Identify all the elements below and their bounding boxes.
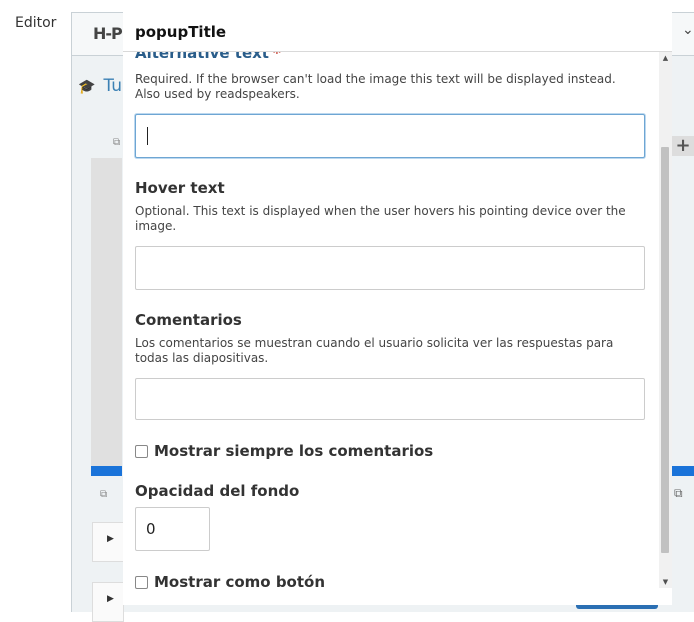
popup-body: Alternative text * Required. If the brows…	[123, 52, 672, 605]
comments-input[interactable]	[135, 378, 645, 420]
always-show-comments-row[interactable]: Mostrar siempre los comentarios	[135, 442, 433, 460]
tab-tutorial-label: Tu	[103, 76, 123, 96]
progress-bar-left	[91, 466, 122, 476]
expand-icon[interactable]: ⧉	[674, 486, 683, 501]
comments-description: Los comentarios se muestran cuando el us…	[135, 336, 614, 365]
add-slide-button[interactable]: +	[671, 136, 694, 156]
background-opacity-label: Opacidad del fondo	[135, 482, 300, 500]
comments-label: Comentarios	[135, 311, 242, 329]
hover-text-description: Optional. This text is displayed when th…	[135, 204, 626, 233]
hover-text-input[interactable]	[135, 246, 645, 290]
chevron-right-icon: ▶	[107, 594, 114, 604]
h5p-logo: H-P	[93, 24, 123, 43]
scroll-down-arrow-icon[interactable]: ▼	[659, 578, 672, 586]
copy-icon[interactable]: ⧉	[100, 489, 107, 500]
scrollbar-thumb[interactable]	[661, 147, 669, 553]
progress-bar-right	[670, 466, 694, 476]
graduation-cap-icon: 🎓	[78, 79, 96, 95]
slide-canvas	[91, 158, 122, 466]
alt-text-description: Required. If the browser can't load the …	[135, 72, 616, 101]
popup-title: popupTitle	[135, 23, 227, 41]
alt-text-label: Alternative text *	[135, 52, 281, 62]
editor-label: Editor	[15, 15, 57, 31]
popup-dialog: popupTitle Alternative text * Required. I…	[123, 12, 672, 605]
hover-text-label: Hover text	[135, 179, 225, 197]
list-item[interactable]: ▶	[92, 582, 124, 622]
alt-text-label-text: Alternative text	[135, 52, 269, 62]
copy-icon[interactable]: ⧉	[113, 137, 120, 148]
alt-text-input[interactable]	[135, 114, 645, 158]
text-caret	[147, 127, 148, 145]
chevron-down-icon[interactable]: ⌄	[682, 22, 694, 38]
list-item[interactable]: ▶	[92, 522, 124, 562]
required-mark: *	[272, 52, 281, 62]
popup-scrollbar[interactable]: ▲ ▼	[659, 52, 672, 588]
show-as-button-label: Mostrar como botón	[154, 573, 326, 591]
always-show-comments-checkbox[interactable]	[135, 444, 148, 458]
scroll-up-arrow-icon[interactable]: ▲	[659, 54, 672, 62]
show-as-button-checkbox[interactable]	[135, 575, 148, 589]
always-show-comments-label: Mostrar siempre los comentarios	[154, 442, 434, 460]
tab-tutorial[interactable]: 🎓 Tu	[78, 76, 122, 96]
background-opacity-input[interactable]: 0	[135, 507, 210, 551]
show-as-button-row[interactable]: Mostrar como botón	[135, 573, 325, 591]
popup-header: popupTitle	[123, 12, 672, 52]
chevron-right-icon: ▶	[107, 534, 114, 544]
